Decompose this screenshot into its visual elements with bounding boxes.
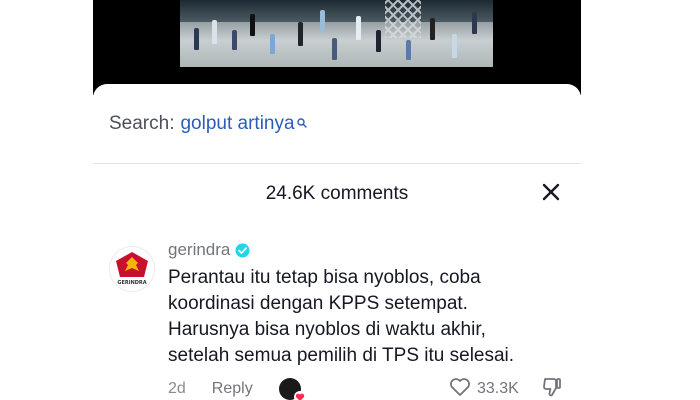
like-button[interactable]: 33.3K [449, 377, 519, 400]
thumbs-down-icon [541, 376, 563, 400]
search-suggestion[interactable]: Search: golput artinya [109, 110, 307, 138]
username[interactable]: gerindra [168, 240, 230, 260]
comment-line: Perantau itu tetap bisa nyoblos, coba [168, 267, 481, 288]
comment-meta: 2d Reply 33.3K [168, 376, 578, 400]
comments-count-title: 24.6K comments [265, 183, 409, 204]
close-button[interactable] [537, 180, 565, 208]
video-person [452, 34, 457, 58]
video-frame [180, 0, 493, 67]
dislike-button[interactable] [541, 376, 563, 400]
video-stage-backdrop [180, 0, 493, 22]
comment-author[interactable]: gerindra [168, 240, 250, 260]
reply-button[interactable]: Reply [212, 380, 253, 398]
video-person [406, 40, 411, 60]
svg-text:GERINDRA: GERINDRA [117, 280, 146, 286]
video-player[interactable] [93, 0, 581, 95]
gerindra-logo-icon: GERINDRA [116, 252, 148, 286]
video-person [250, 14, 255, 36]
video-person [472, 12, 477, 34]
like-count: 33.3K [477, 380, 519, 397]
comment-line: Harusnya bisa nyoblos di waktu akhir, [168, 319, 486, 340]
verified-badge-icon [235, 243, 250, 258]
comment-timestamp: 2d [168, 380, 186, 397]
video-person [430, 18, 435, 40]
divider [93, 163, 581, 164]
comment-line: koordinasi dengan KPPS setempat. [168, 293, 468, 314]
video-person [194, 28, 199, 50]
video-person [270, 34, 275, 54]
search-prefix: Search: [109, 113, 175, 134]
video-person [356, 16, 361, 40]
video-person [332, 38, 337, 60]
avatar[interactable]: GERINDRA [109, 246, 155, 292]
heart-outline-icon [449, 377, 471, 400]
comment-line: setelah semua pemilih di TPS itu selesai… [168, 345, 515, 366]
comment-text: Perantau itu tetap bisa nyoblos, coba ko… [168, 265, 578, 369]
video-person [232, 30, 237, 50]
video-person [212, 20, 217, 44]
close-icon [541, 182, 561, 207]
comments-sheet: Search: golput artinya 24.6K comments GE… [93, 84, 581, 400]
video-person [320, 10, 325, 32]
video-truss [385, 0, 421, 38]
video-person [298, 22, 303, 46]
search-query-link[interactable]: golput artinya [180, 113, 294, 135]
search-icon [296, 112, 307, 128]
video-person [376, 30, 381, 52]
heart-filled-icon [293, 391, 306, 400]
creator-liked-avatar [278, 378, 306, 400]
